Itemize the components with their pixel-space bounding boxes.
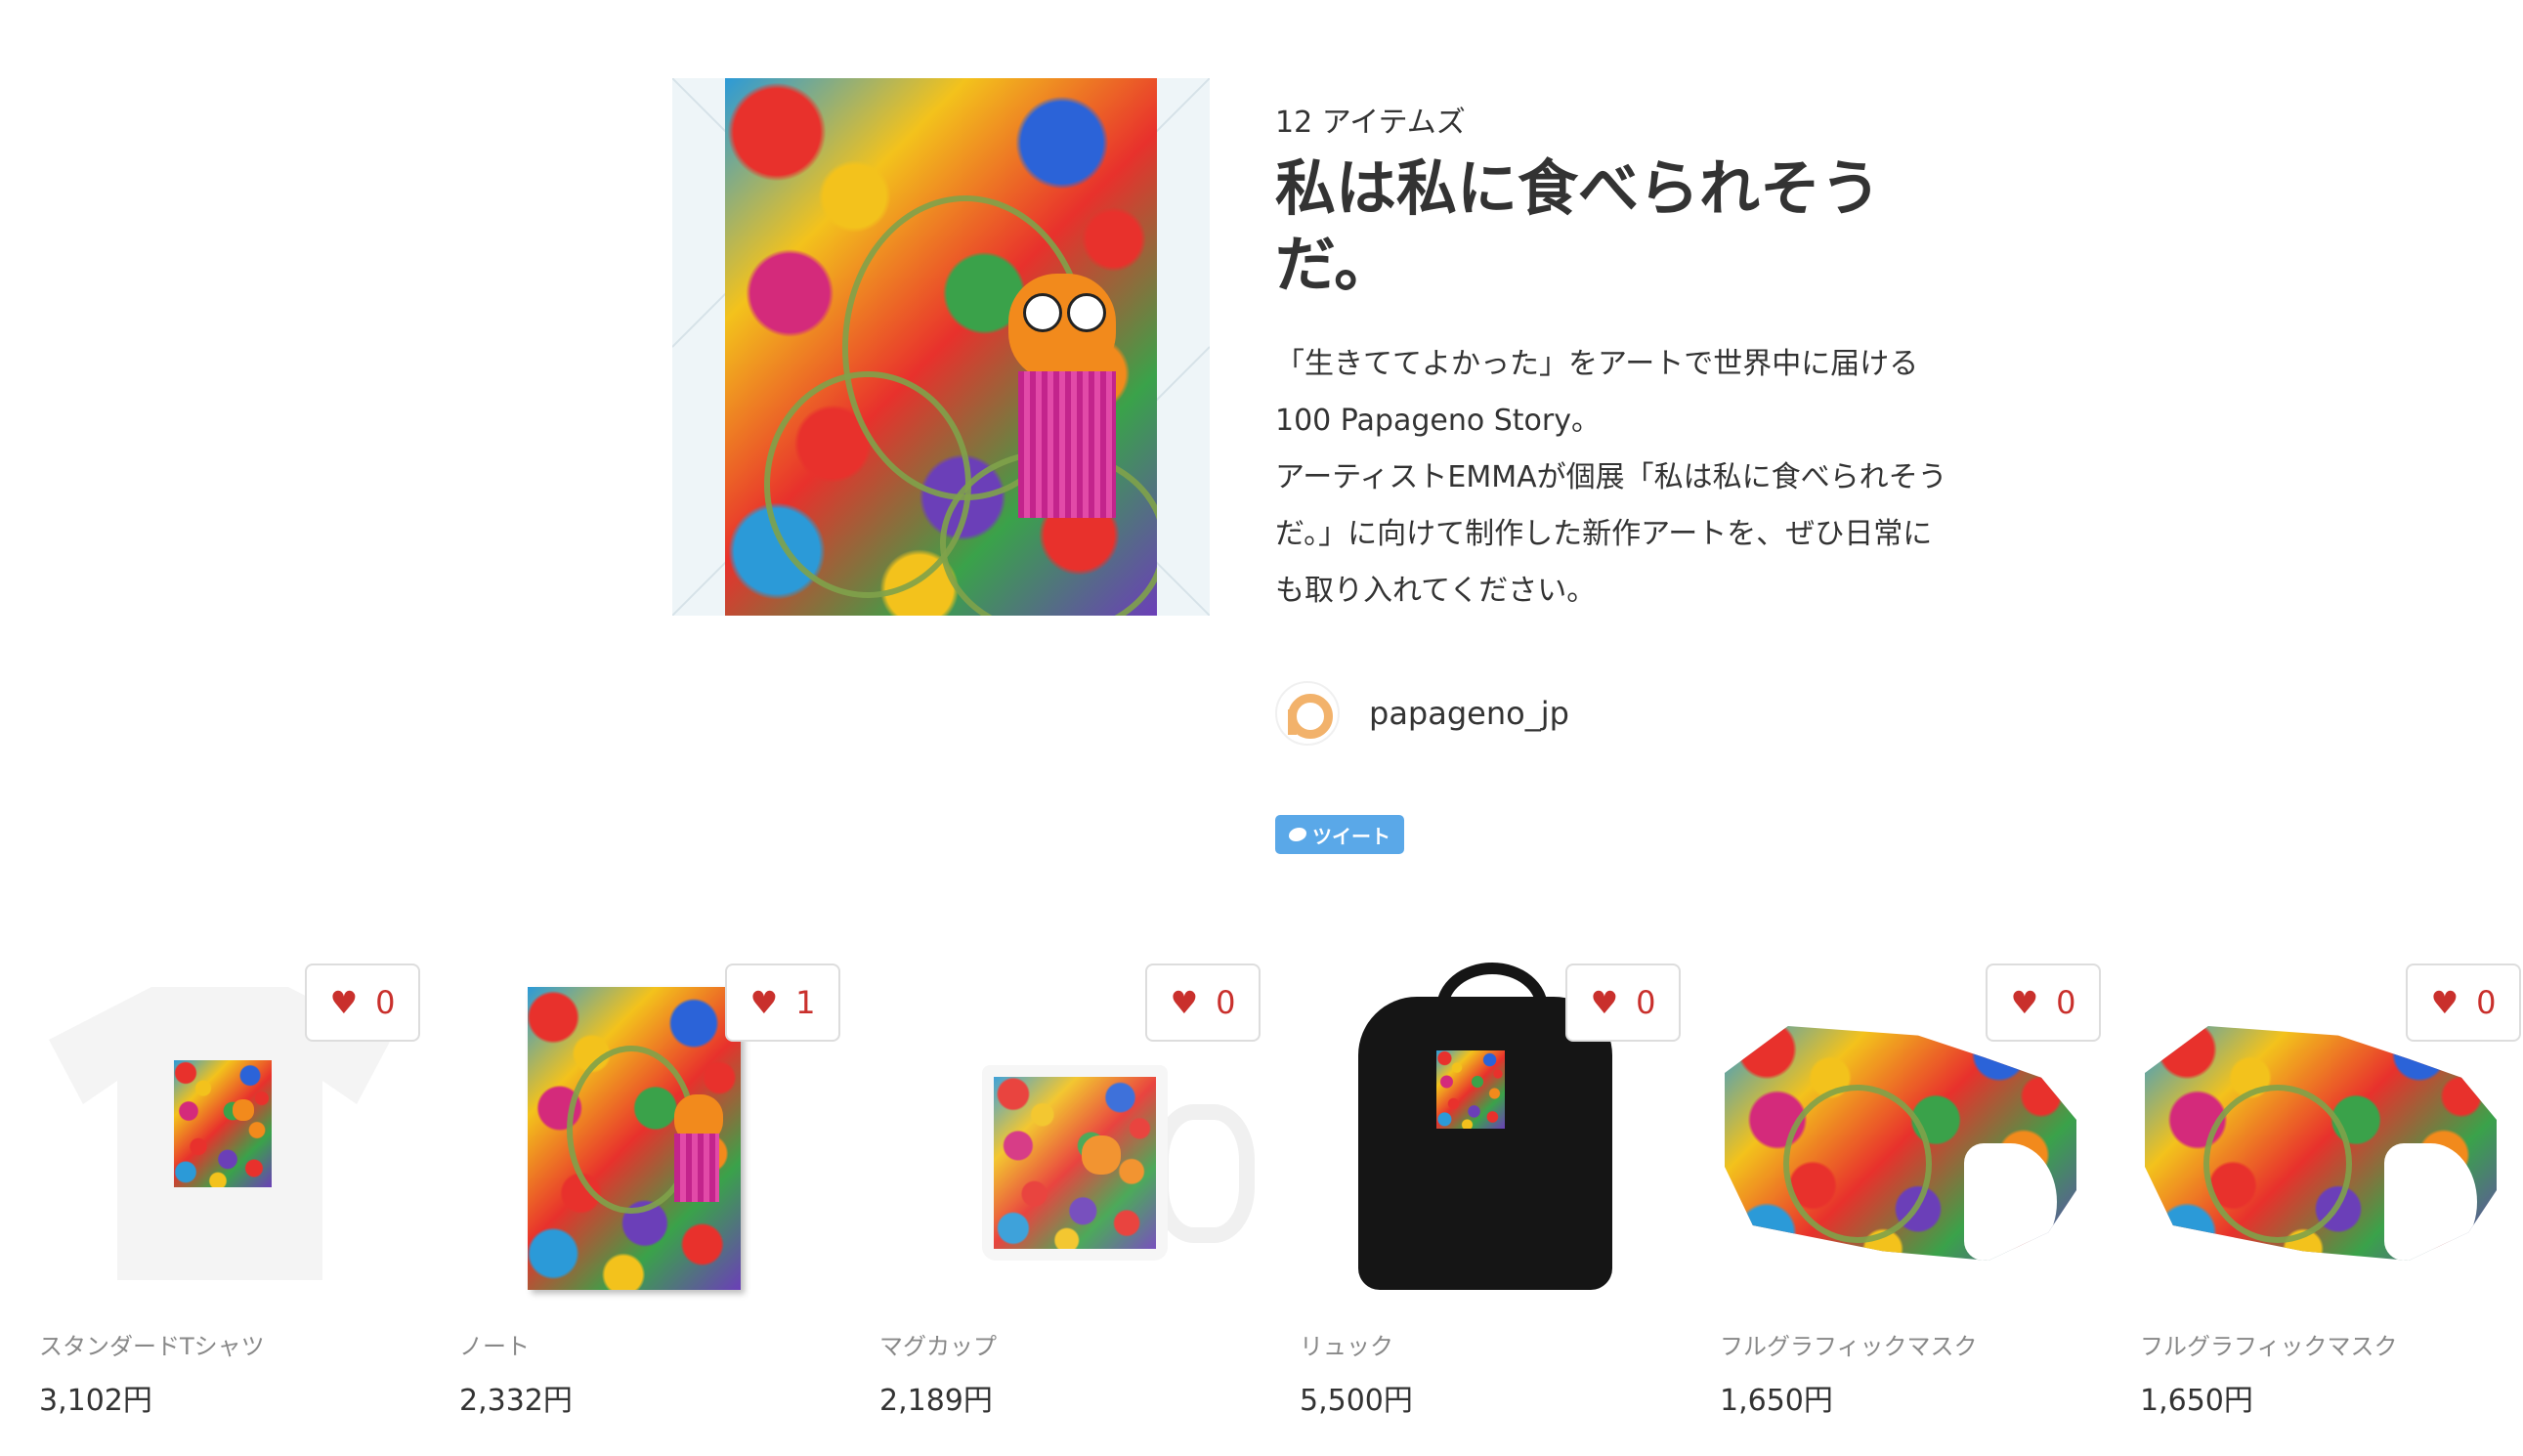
product-card[interactable]: ♥ 1 ノート 2,332円	[449, 958, 840, 1446]
product-card[interactable]: ♥ 0 フルグラフィックマスク 1,650円	[1710, 958, 2101, 1446]
like-button[interactable]: ♥ 1	[725, 964, 840, 1042]
heart-icon: ♥	[2430, 984, 2459, 1021]
heart-icon: ♥	[749, 984, 779, 1021]
like-count: 0	[1216, 984, 1236, 1021]
product-name[interactable]: フルグラフィックマスク	[1720, 1327, 1978, 1361]
heart-icon: ♥	[329, 984, 359, 1021]
like-button[interactable]: ♥ 0	[305, 964, 420, 1042]
collection-info: 12 アイテムズ 私は私に食べられそうだ。 「生きててよかった」をアートで世界中…	[1275, 98, 1959, 620]
heart-icon: ♥	[2010, 984, 2039, 1021]
product-card[interactable]: ♥ 0 フルグラフィックマスク 1,650円	[2130, 958, 2521, 1446]
tweet-button[interactable]: ツイート	[1275, 815, 1404, 854]
product-price: 5,500円	[1300, 1384, 1413, 1418]
product-price: 2,332円	[459, 1384, 573, 1418]
collection-description: 「生きててよかった」をアートで世界中に届ける100 Papageno Story…	[1275, 347, 1947, 608]
like-count: 0	[1636, 984, 1656, 1021]
owner-link[interactable]: papageno_jp	[1275, 681, 1569, 746]
owner-name[interactable]: papageno_jp	[1369, 695, 1569, 732]
product-card[interactable]: ♥ 0 リュック 5,500円	[1290, 958, 1681, 1446]
twitter-bird-icon	[1289, 828, 1306, 841]
product-name[interactable]: ノート	[459, 1327, 530, 1361]
tweet-label: ツイート	[1312, 824, 1390, 848]
like-button[interactable]: ♥ 0	[1145, 964, 1261, 1042]
papageno-logo-icon[interactable]	[1275, 681, 1340, 746]
product-name[interactable]: マグカップ	[879, 1327, 997, 1361]
product-price: 1,650円	[2140, 1384, 2253, 1418]
like-count: 1	[795, 984, 816, 1021]
like-count: 0	[2056, 984, 2076, 1021]
product-card[interactable]: ♥ 0 マグカップ 2,189円	[870, 958, 1261, 1446]
product-card[interactable]: ♥ 0 スタンダードTシャツ 3,102円	[29, 958, 420, 1446]
collection-title: 私は私に食べられそうだ。	[1275, 152, 1882, 300]
collection-cover-image	[672, 78, 1210, 616]
product-price: 2,189円	[879, 1384, 993, 1418]
product-price: 1,650円	[1720, 1384, 1833, 1418]
like-button[interactable]: ♥ 0	[2406, 964, 2521, 1042]
heart-icon: ♥	[1170, 984, 1199, 1021]
product-name[interactable]: リュック	[1300, 1327, 1393, 1361]
like-count: 0	[2476, 984, 2497, 1021]
product-name[interactable]: フルグラフィックマスク	[2140, 1327, 2398, 1361]
item-count: 12 アイテムズ	[1275, 106, 1466, 140]
like-button[interactable]: ♥ 0	[1986, 964, 2101, 1042]
product-price: 3,102円	[39, 1384, 152, 1418]
like-button[interactable]: ♥ 0	[1565, 964, 1681, 1042]
artwork-painting	[725, 78, 1157, 616]
heart-icon: ♥	[1590, 984, 1619, 1021]
product-name[interactable]: スタンダードTシャツ	[39, 1327, 265, 1361]
like-count: 0	[375, 984, 396, 1021]
